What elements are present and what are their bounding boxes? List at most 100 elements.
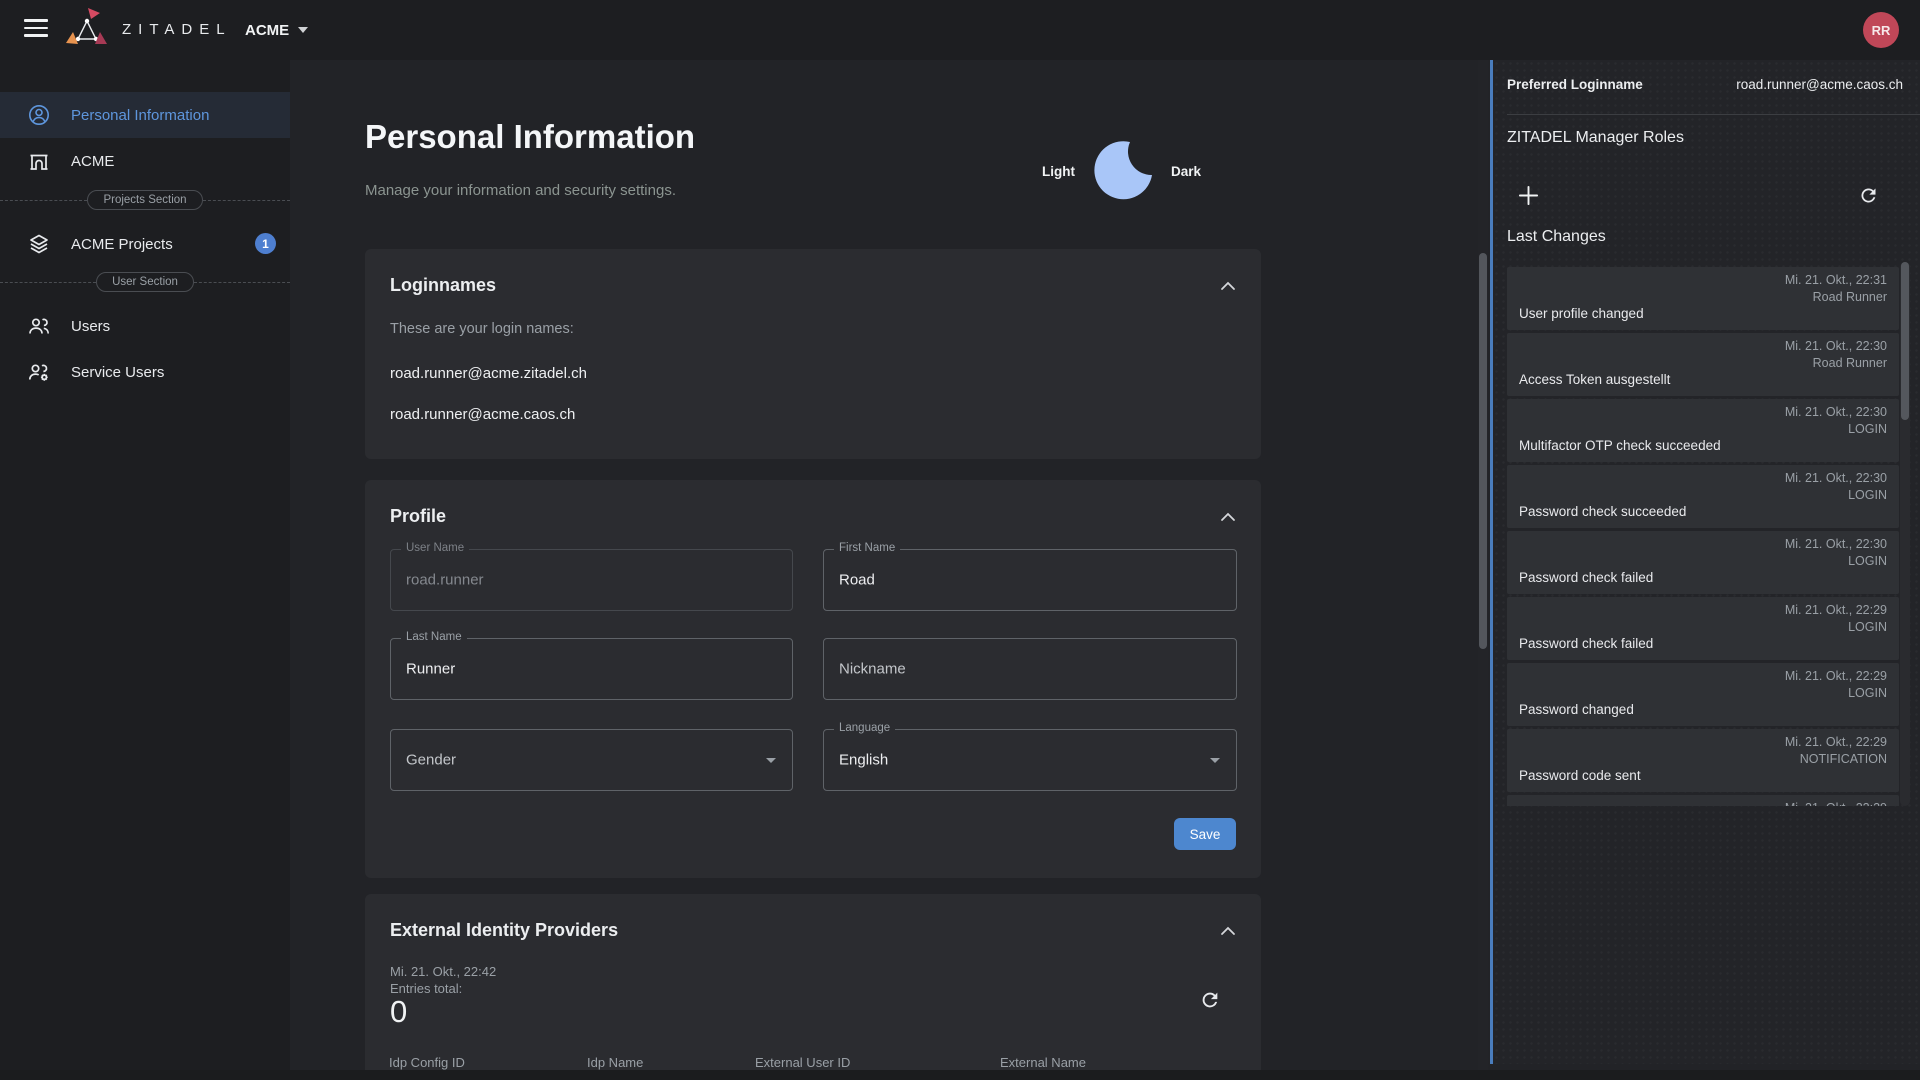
loginname-value: road.runner@acme.caos.ch [390,406,575,423]
idp-card-title: External Identity Providers [390,920,618,941]
change-entry[interactable]: Mi. 21. Okt., 22:29 [1507,795,1899,806]
page-title: Personal Information [365,118,695,156]
change-timestamp: Mi. 21. Okt., 22:30 [1785,471,1887,485]
change-event: Multifactor OTP check succeeded [1519,438,1721,453]
change-timestamp: Mi. 21. Okt., 22:29 [1785,801,1887,806]
zitadel-console: ZITADEL ACME RR Personal Information ACM… [0,0,1920,1080]
change-timestamp: Mi. 21. Okt., 22:29 [1785,603,1887,617]
change-entry[interactable]: Mi. 21. Okt., 22:30 LOGIN Password check… [1507,531,1899,594]
language-select[interactable]: Language English [823,729,1237,791]
user-section-divider: User Section [0,272,290,292]
idp-entries-total: 0 [390,994,407,1030]
sidebar-item-users[interactable]: Users [0,303,290,349]
change-entry[interactable]: Mi. 21. Okt., 22:29 NOTIFICATION Passwor… [1507,729,1899,792]
page-subtitle: Manage your information and security set… [365,182,676,199]
change-event: Password changed [1519,702,1634,717]
sidebar-item-label: Service Users [71,364,164,381]
org-name: ACME [245,22,289,39]
idp-col-header: External User ID [755,1055,850,1070]
lastname-field-label: Last Name [401,631,467,643]
loginname-value: road.runner@acme.zitadel.ch [390,365,587,382]
change-actor: Road Runner [1813,290,1887,304]
divider [1507,114,1920,115]
refresh-icon[interactable] [1197,987,1223,1013]
person-circle-icon [26,103,52,127]
change-timestamp: Mi. 21. Okt., 22:30 [1785,339,1887,353]
projects-section-label: Projects Section [87,190,202,210]
moon-icon[interactable] [1089,135,1157,208]
sidebar-item-label: Personal Information [71,107,209,124]
detail-panel: Preferred Loginname road.runner@acme.cao… [1490,60,1920,1064]
sidebar-item-personal-information[interactable]: Personal Information [0,92,290,138]
theme-toggle: Light Dark [1042,138,1472,204]
org-arch-icon [26,149,52,173]
lastname-field[interactable]: Last Name Runner [390,638,793,700]
change-event: Password code sent [1519,768,1641,783]
preferred-loginname-value: road.runner@acme.caos.ch [1736,77,1903,92]
sidebar-item-label: Users [71,318,110,335]
projects-section-divider: Projects Section [0,190,290,210]
add-role-plus-icon[interactable] [1515,182,1541,208]
profile-card: Profile User Name road.runner First Name… [365,480,1261,878]
idp-col-header: Idp Config ID [389,1055,465,1070]
sidebar-item-acme-projects[interactable]: ACME Projects 1 [0,221,290,267]
change-event: Password check failed [1519,636,1653,651]
username-field[interactable]: User Name road.runner [390,549,793,611]
username-field-label: User Name [401,542,469,554]
profile-card-title: Profile [390,506,446,527]
collapse-chevron-up-icon[interactable] [1217,275,1239,297]
user-avatar[interactable]: RR [1863,12,1899,48]
theme-light-label: Light [1042,164,1075,179]
collapse-chevron-up-icon[interactable] [1217,920,1239,942]
changes-scrollbar [1900,262,1910,806]
theme-dark-label: Dark [1171,164,1201,179]
main-content: Personal Information Manage your informa… [290,60,1478,1080]
preferred-loginname-row: Preferred Loginname road.runner@acme.cao… [1493,60,1920,114]
change-actor: LOGIN [1848,686,1887,700]
change-entry[interactable]: Mi. 21. Okt., 22:31 Road Runner User pro… [1507,267,1899,330]
save-button[interactable]: Save [1174,818,1236,850]
change-entry[interactable]: Mi. 21. Okt., 22:30 LOGIN Multifactor OT… [1507,399,1899,462]
nickname-field-label: Nickname [839,661,906,678]
sidebar-item-acme-org[interactable]: ACME [0,138,290,184]
changes-scrollbar-thumb[interactable] [1901,262,1909,420]
users-icon [26,314,52,338]
last-changes-list: Mi. 21. Okt., 22:31 Road Runner User pro… [1507,267,1899,806]
sidebar-item-service-users[interactable]: Service Users [0,349,290,395]
brand-wordmark: ZITADEL [122,21,232,38]
last-changes-title: Last Changes [1507,228,1606,246]
dropdown-caret-icon [766,758,776,763]
org-selector[interactable]: ACME [245,0,308,60]
username-field-value: road.runner [406,572,484,589]
menu-icon[interactable] [24,19,48,41]
change-event: Password check succeeded [1519,504,1686,519]
change-timestamp: Mi. 21. Okt., 22:29 [1785,669,1887,683]
firstname-field[interactable]: First Name Road [823,549,1237,611]
change-timestamp: Mi. 21. Okt., 22:31 [1785,273,1887,287]
sidebar-item-label: ACME Projects [71,236,173,253]
sidebar-item-label: ACME [71,153,114,170]
zitadel-logo-icon [64,6,110,59]
refresh-roles-icon[interactable] [1855,182,1881,208]
gender-select[interactable]: Gender [390,729,793,791]
nickname-field[interactable]: Nickname [823,638,1237,700]
dropdown-caret-icon [1210,758,1220,763]
firstname-field-label: First Name [834,542,900,554]
change-entry[interactable]: Mi. 21. Okt., 22:29 LOGIN Password chang… [1507,663,1899,726]
change-entry[interactable]: Mi. 21. Okt., 22:30 Road Runner Access T… [1507,333,1899,396]
change-event: User profile changed [1519,306,1644,321]
loginnames-description: These are your login names: [390,321,574,337]
idp-col-header: External Name [1000,1055,1086,1070]
window-bottom-edge [0,1070,1920,1080]
change-entry[interactable]: Mi. 21. Okt., 22:29 LOGIN Password check… [1507,597,1899,660]
layers-icon [26,232,52,256]
change-entry[interactable]: Mi. 21. Okt., 22:30 LOGIN Password check… [1507,465,1899,528]
language-select-label: Language [834,722,895,734]
main-scrollbar-thumb[interactable] [1479,253,1487,649]
collapse-chevron-up-icon[interactable] [1217,506,1239,528]
chevron-down-icon [298,27,308,33]
loginnames-card-title: Loginnames [390,275,496,296]
language-select-value: English [839,752,888,769]
change-actor: LOGIN [1848,488,1887,502]
projects-count-badge: 1 [255,233,276,254]
